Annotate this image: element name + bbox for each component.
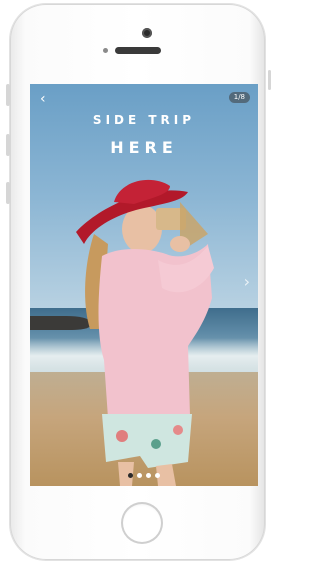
pagination-dot[interactable]: [146, 473, 151, 478]
proximity-sensor: [103, 48, 108, 53]
shorts-flower: [151, 439, 161, 449]
pagination-dot[interactable]: [128, 473, 133, 478]
volume-down-button: [6, 182, 10, 204]
page-counter-badge: 1/8: [228, 92, 250, 103]
earpiece-speaker: [115, 47, 161, 54]
pagination-dot[interactable]: [155, 473, 160, 478]
power-button: [268, 70, 271, 90]
pagination-dots[interactable]: [30, 473, 258, 478]
floral-shorts: [102, 414, 192, 468]
story-title-line2: HERE: [110, 138, 178, 157]
back-icon[interactable]: ‹: [40, 92, 46, 106]
pagination-dot[interactable]: [137, 473, 142, 478]
chevron-right-icon[interactable]: ›: [244, 272, 250, 291]
hand: [170, 236, 190, 252]
phone-screen: ‹ 1/8 SIDE TRIP HERE ›: [30, 84, 258, 486]
shorts-flower: [173, 425, 183, 435]
volume-up-button: [6, 134, 10, 156]
front-camera-icon: [142, 28, 152, 38]
shorts-flower: [116, 430, 128, 442]
mute-switch: [6, 84, 10, 106]
home-button[interactable]: [121, 502, 163, 544]
story-title-line1: SIDE TRIP: [92, 113, 196, 127]
